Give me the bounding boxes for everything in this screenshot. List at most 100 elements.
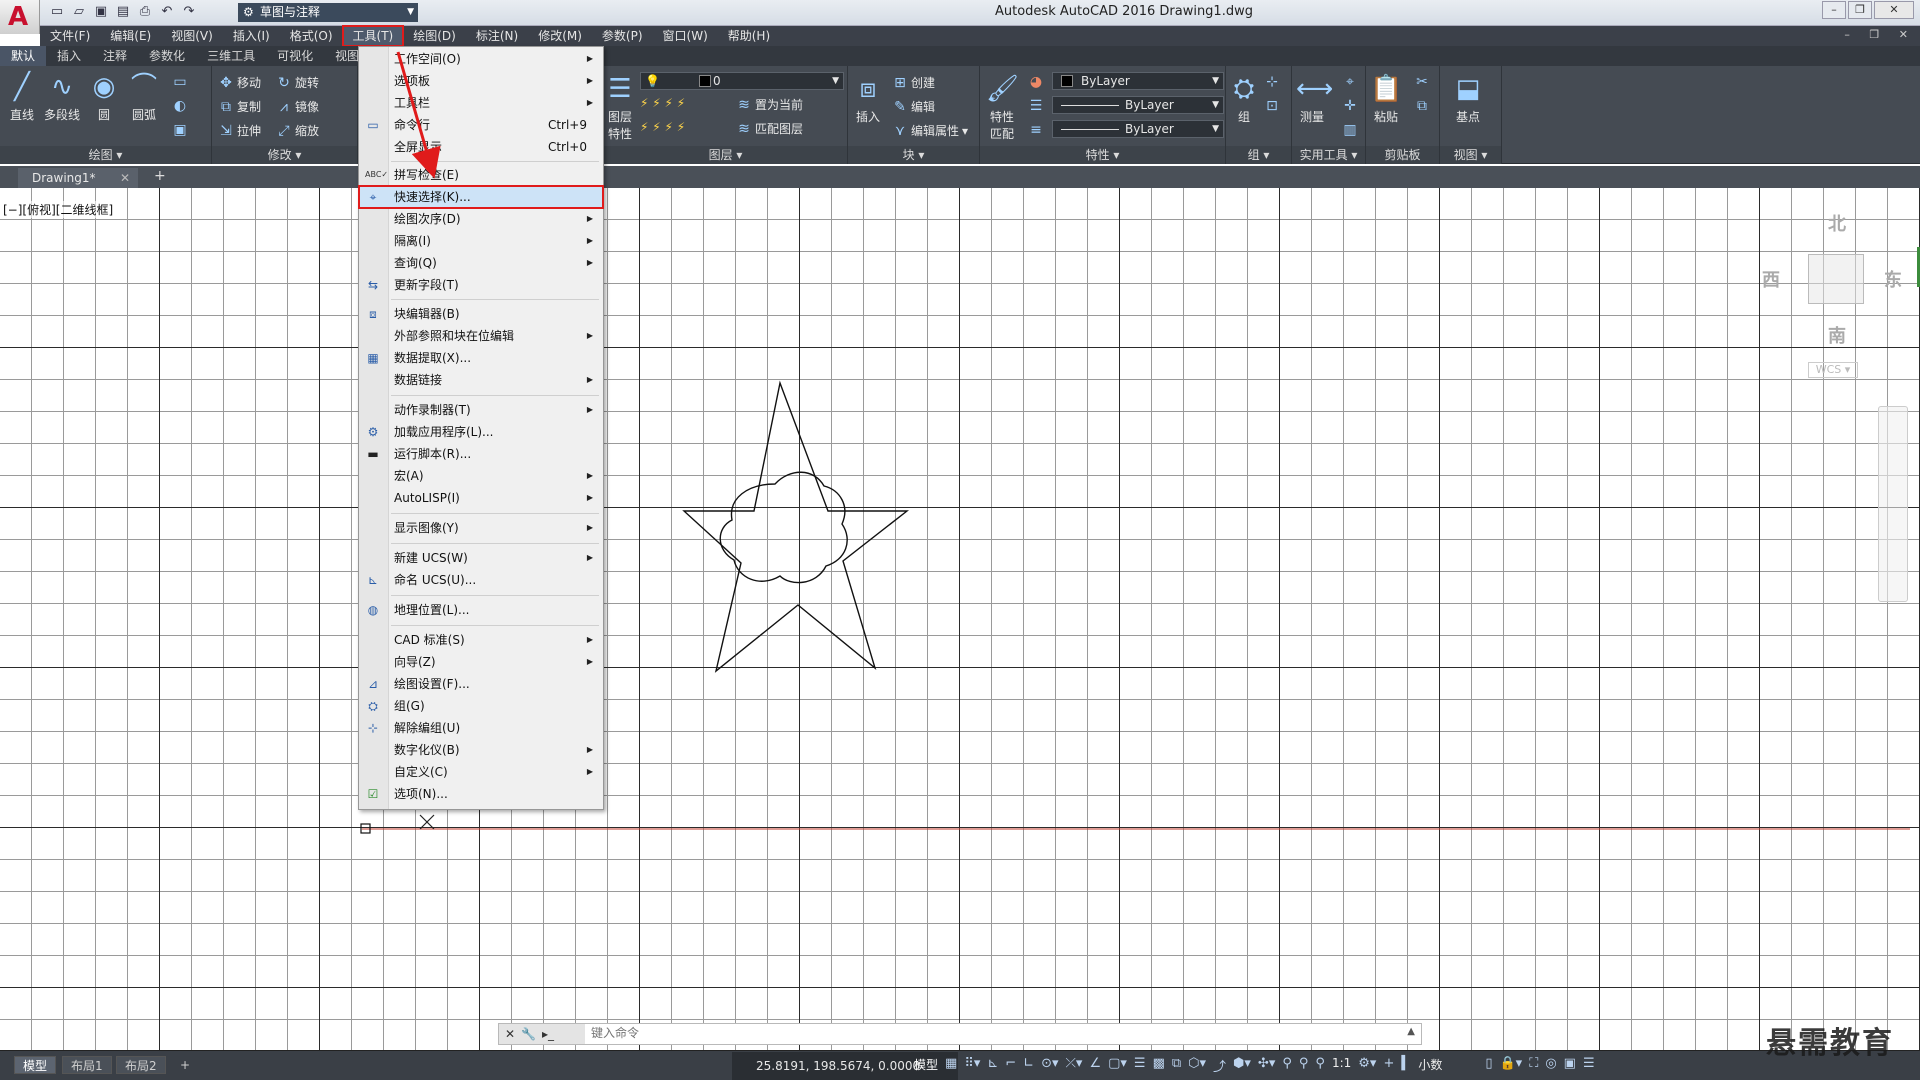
menu-item-workspaces[interactable]: 工作空间(O) ▶ xyxy=(359,48,603,70)
tab-parametric[interactable]: 参数化 xyxy=(138,46,196,66)
layer-tools-row2[interactable]: ⚡ ⚡ ⚡ ⚡ xyxy=(640,120,685,134)
menu-item-run-script[interactable]: ▬ 运行脚本(R)... xyxy=(359,443,603,465)
tab-visualize[interactable]: 可视化 xyxy=(266,46,324,66)
menu-item-geographic-location[interactable]: ◍ 地理位置(L)... xyxy=(359,599,603,621)
wcs-dropdown[interactable]: WCS ▾ xyxy=(1808,362,1858,378)
point-icon[interactable]: ✛ xyxy=(1342,98,1358,114)
group-button[interactable]: ⛭ 组 xyxy=(1228,72,1260,125)
create-block-button[interactable]: ⊞ 创建 xyxy=(892,74,935,91)
menu-item-tablet[interactable]: 数字化仪(B) ▶ xyxy=(359,739,603,761)
menu-insert[interactable]: 插入(I) xyxy=(223,26,280,46)
scale-button[interactable]: ⤢ 缩放 xyxy=(276,122,319,139)
edit-block-button[interactable]: ✎ 编辑 xyxy=(892,98,935,115)
viewcube-east[interactable]: 东 xyxy=(1884,266,1902,292)
view-panel-title[interactable]: 视图 ▾ xyxy=(1440,146,1501,164)
file-tab-drawing1[interactable]: Drawing1* ✕ xyxy=(18,168,138,188)
menu-item-group[interactable]: ⛭ 组(G) xyxy=(359,695,603,717)
command-prompt-icon[interactable]: ▸_ xyxy=(542,1027,554,1041)
menu-modify[interactable]: 修改(M) xyxy=(528,26,592,46)
new-icon[interactable]: ▭ xyxy=(48,3,66,21)
annotation-scale-icon[interactable]: ⚲ xyxy=(1315,1056,1325,1075)
dynamic-ucs-icon[interactable]: ⤴ xyxy=(1213,1056,1226,1075)
wrench-icon[interactable]: 🔧 xyxy=(521,1027,536,1041)
menu-item-new-ucs[interactable]: 新建 UCS(W) ▶ xyxy=(359,547,603,569)
menu-item-named-ucs[interactable]: ⊾ 命名 UCS(U)... xyxy=(359,569,603,591)
viewcube-west[interactable]: 西 xyxy=(1762,266,1780,292)
color-wheel-icon[interactable]: ◕ xyxy=(1028,74,1044,90)
menu-item-cad-standards[interactable]: CAD 标准(S) ▶ xyxy=(359,629,603,651)
menu-item-data-extraction[interactable]: ▦ 数据提取(X)... xyxy=(359,347,603,369)
menu-item-palettes[interactable]: 选项板 ▶ xyxy=(359,70,603,92)
properties-panel-title[interactable]: 特性 ▾ xyxy=(980,146,1225,164)
menu-item-load-application[interactable]: ⚙ 加载应用程序(L)... xyxy=(359,421,603,443)
menu-item-action-recorder[interactable]: 动作录制器(T) ▶ xyxy=(359,399,603,421)
stretch-button[interactable]: ⇲ 拉伸 xyxy=(218,122,261,139)
annotation-scale-value[interactable]: 1:1 xyxy=(1332,1056,1351,1075)
menu-item-wizards[interactable]: 向导(Z) ▶ xyxy=(359,651,603,673)
linetype-dropdown[interactable]: ByLayer ▼ xyxy=(1052,96,1224,114)
lineweight-status-icon[interactable]: ☰ xyxy=(1134,1056,1146,1075)
paste-button[interactable]: 📋 粘贴 xyxy=(1370,72,1402,125)
menu-window[interactable]: 窗口(W) xyxy=(653,26,718,46)
tab-3d-tools[interactable]: 三维工具 xyxy=(196,46,266,66)
workspace-switch-icon[interactable]: ⚙▾ xyxy=(1358,1056,1376,1075)
object-snap-tracking-icon[interactable]: ∠ xyxy=(1089,1056,1101,1075)
save-icon[interactable]: ▣ xyxy=(92,3,110,21)
base-view-button[interactable]: ⬓ 基点 xyxy=(1452,72,1484,125)
gizmo-icon[interactable]: ✣▾ xyxy=(1258,1056,1275,1075)
tab-default[interactable]: 默认 xyxy=(0,46,47,66)
menu-item-update-fields[interactable]: ⇆ 更新字段(T) xyxy=(359,274,603,296)
menu-item-fullscreen[interactable]: 全屏显示 Ctrl+0 xyxy=(359,136,603,158)
color-dropdown[interactable]: ByLayer ▼ xyxy=(1052,72,1224,90)
menu-edit[interactable]: 编辑(E) xyxy=(100,26,161,46)
edit-attributes-button[interactable]: ⋎ 编辑属性 ▾ xyxy=(892,122,968,139)
ortho-icon[interactable]: ∟ xyxy=(1023,1056,1034,1075)
redo-icon[interactable]: ↷ xyxy=(180,3,198,21)
lineweight-icon[interactable]: ≡ xyxy=(1028,122,1044,138)
model-space-toggle[interactable]: 模型 xyxy=(914,1056,938,1075)
rotate-button[interactable]: ↻ 旋转 xyxy=(276,74,319,91)
polar-tracking-icon[interactable]: ⊙▾ xyxy=(1041,1056,1058,1075)
menu-item-autolisp[interactable]: AutoLISP(I) ▶ xyxy=(359,487,603,509)
command-input[interactable] xyxy=(591,1026,1371,1040)
menu-item-drafting-settings[interactable]: ⊿ 绘图设置(F)... xyxy=(359,673,603,695)
isolate-objects-icon[interactable]: ⛶ xyxy=(1529,1056,1538,1075)
draw-panel-title[interactable]: 绘图 ▾ xyxy=(0,146,211,164)
quick-properties-icon[interactable]: ▯ xyxy=(1485,1056,1492,1075)
quick-select-ribbon-icon[interactable]: ⌖ xyxy=(1342,74,1358,90)
application-menu-button[interactable]: A xyxy=(0,0,40,34)
viewcube-north[interactable]: 北 xyxy=(1828,210,1846,236)
annotation-monitor-icon[interactable]: ▍ xyxy=(1401,1056,1411,1075)
layout-tab-layout2[interactable]: 布局2 xyxy=(116,1056,166,1074)
undo-icon[interactable]: ↶ xyxy=(158,3,176,21)
selection-filter-icon[interactable]: ⬢▾ xyxy=(1233,1056,1251,1075)
match-layer-button[interactable]: ≋ 匹配图层 xyxy=(736,120,803,137)
menu-item-toolbars[interactable]: 工具栏 ▶ xyxy=(359,92,603,114)
viewcube[interactable]: 北 西 东 南 WCS ▾ xyxy=(1752,204,1912,384)
clean-screen-icon[interactable]: ▣ xyxy=(1564,1056,1576,1075)
set-current-button[interactable]: ≋ 置为当前 xyxy=(736,96,803,113)
menu-item-spell-check[interactable]: ABC✓ 拼写检查(E) xyxy=(359,164,603,186)
units-dropdown[interactable]: 小数 xyxy=(1418,1056,1478,1075)
arc-button[interactable]: ⌒ 圆弧 xyxy=(128,70,160,123)
infer-constraints-icon[interactable]: ⊾ xyxy=(987,1056,998,1075)
menu-item-command-line[interactable]: ▭ 命令行 Ctrl+9 xyxy=(359,114,603,136)
ungroup-button[interactable]: ⊹ xyxy=(1264,74,1280,90)
selection-cycling-icon[interactable]: ⧉ xyxy=(1172,1056,1181,1075)
layer-properties-button[interactable]: ☰ 图层 特性 xyxy=(604,72,636,142)
menu-item-draw-order[interactable]: 绘图次序(D) ▶ xyxy=(359,208,603,230)
dynamic-input-icon[interactable]: ⌐ xyxy=(1005,1056,1016,1075)
modify-panel-title[interactable]: 修改 ▾ xyxy=(212,146,357,164)
menu-tools[interactable]: 工具(T) xyxy=(341,25,405,47)
menu-item-inquiry[interactable]: 查询(Q) ▶ xyxy=(359,252,603,274)
plus-icon[interactable]: + xyxy=(1383,1056,1394,1075)
hardware-acceleration-icon[interactable]: ◎ xyxy=(1545,1056,1556,1075)
open-icon[interactable]: ▱ xyxy=(70,3,88,21)
groups-panel-title[interactable]: 组 ▾ xyxy=(1226,146,1291,164)
layer-tools-row1[interactable]: ⚡ ⚡ ⚡ ⚡ xyxy=(640,96,685,110)
menu-dimension[interactable]: 标注(N) xyxy=(466,26,528,46)
lineweight-dropdown[interactable]: ByLayer ▼ xyxy=(1052,120,1224,138)
menu-item-block-editor[interactable]: ⧈ 块编辑器(B) xyxy=(359,303,603,325)
move-button[interactable]: ✥ 移动 xyxy=(218,74,261,91)
menu-item-data-links[interactable]: 数据链接 ▶ xyxy=(359,369,603,391)
